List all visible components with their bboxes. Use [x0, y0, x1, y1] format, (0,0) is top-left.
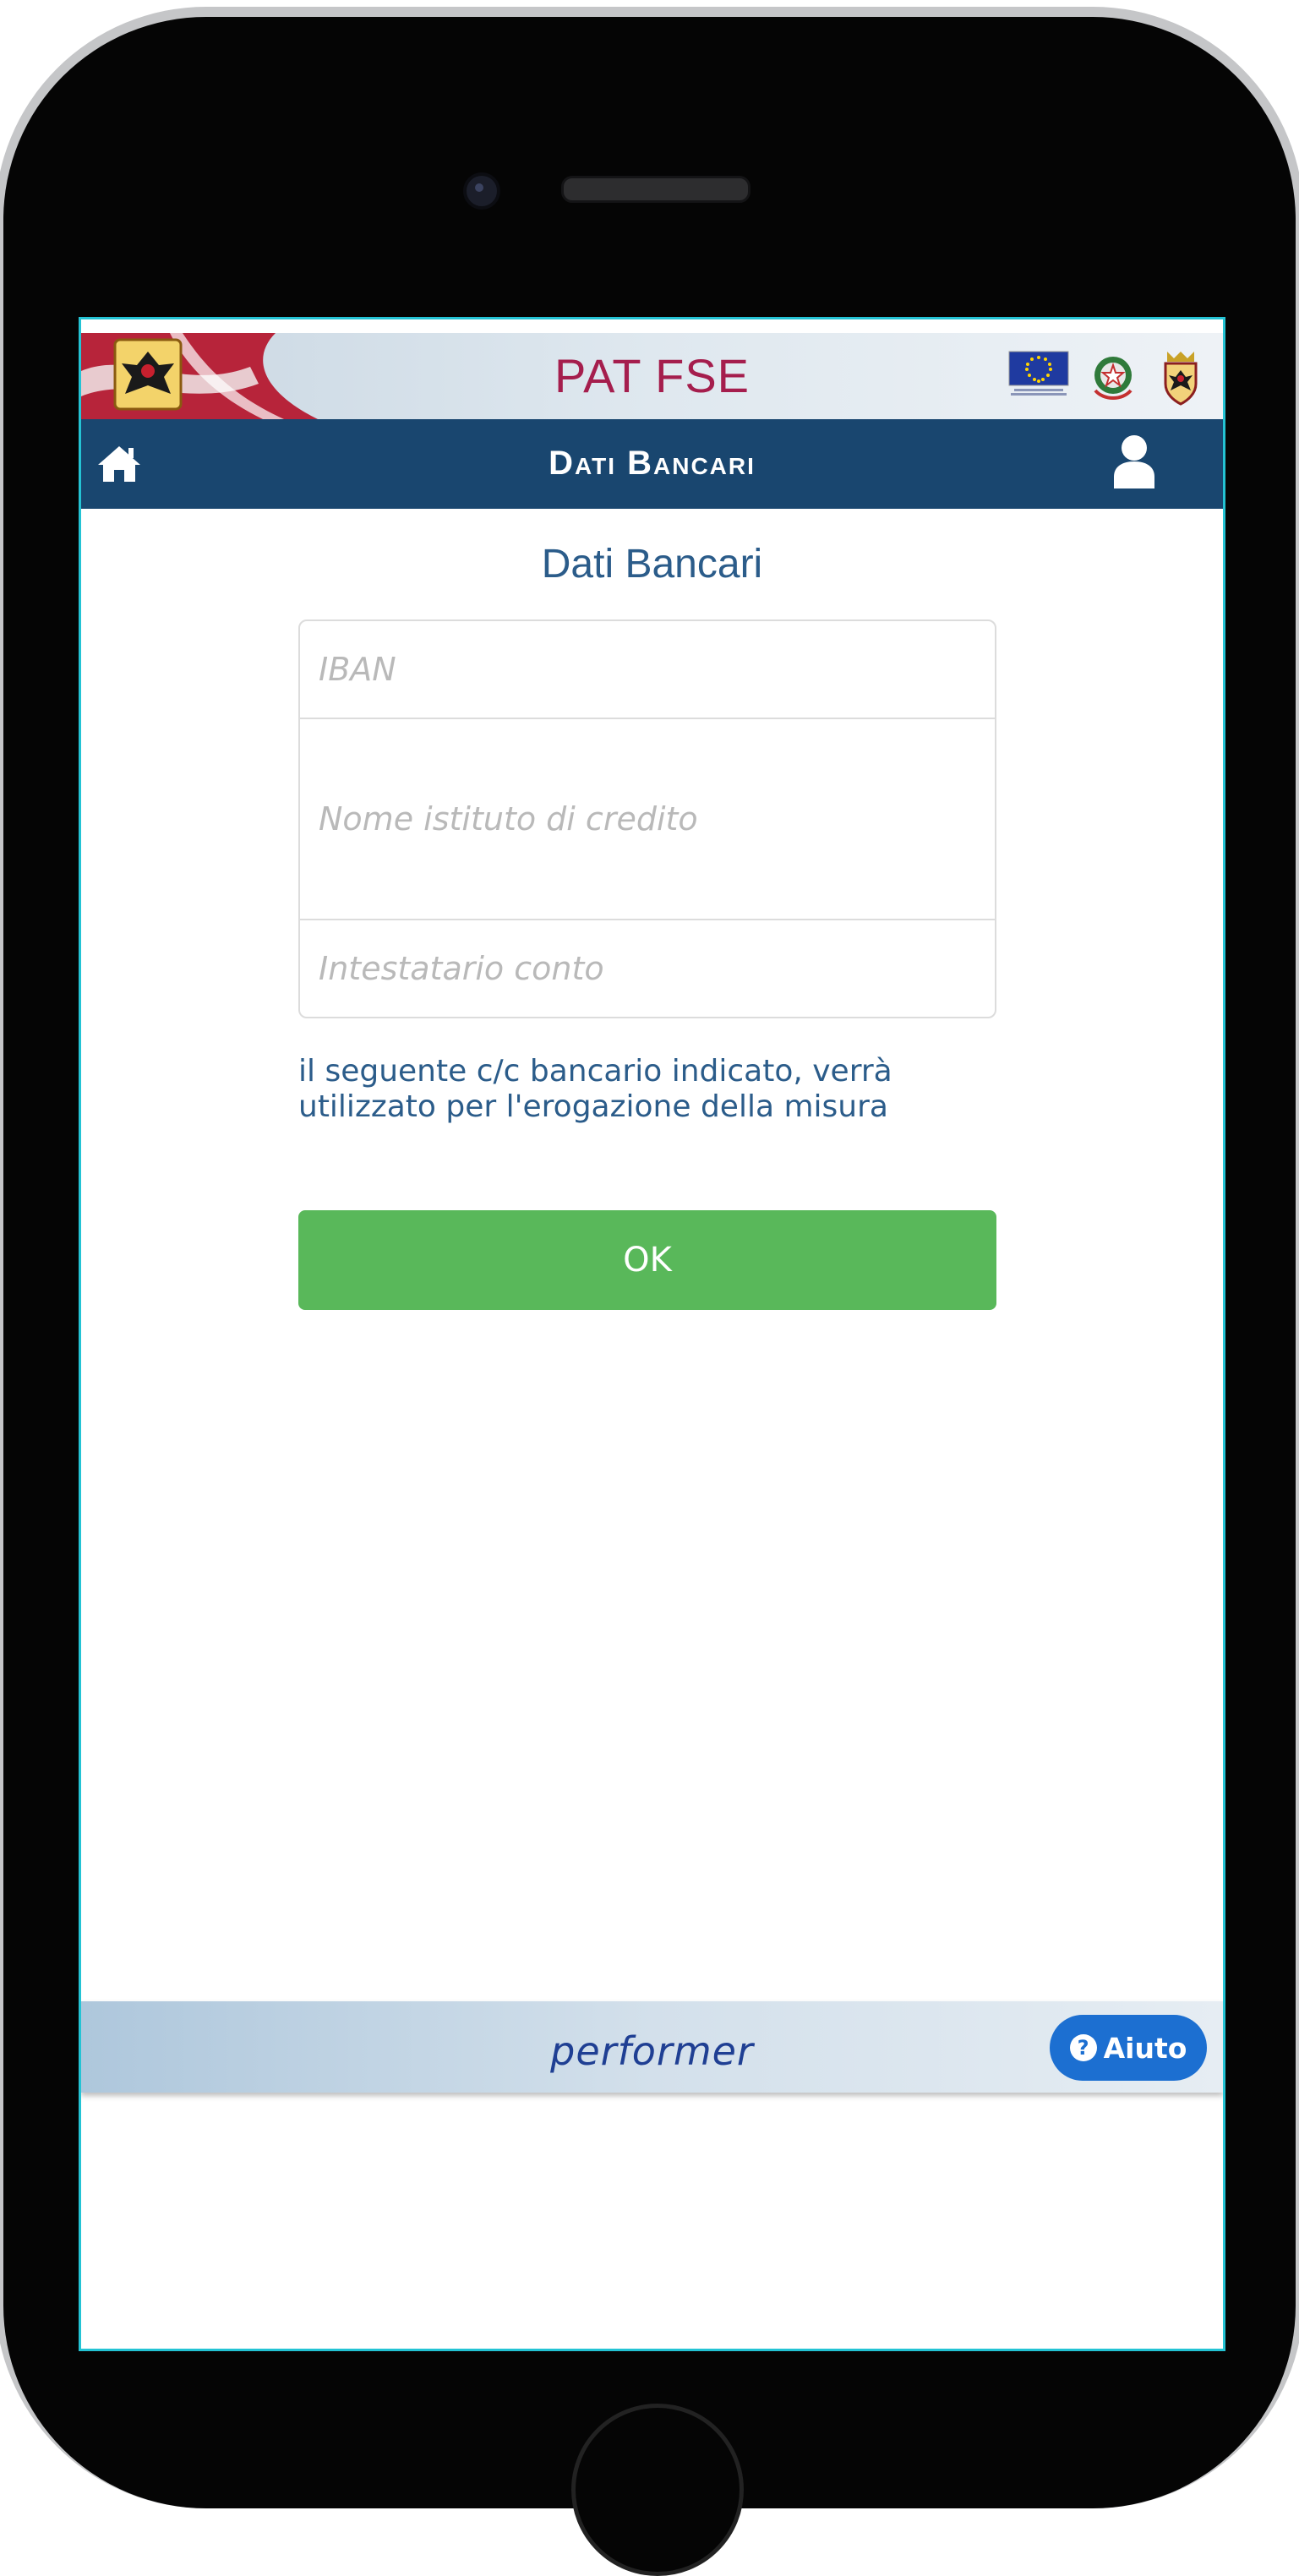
bank-name-input[interactable]	[300, 719, 995, 920]
eu-flag-icon	[1008, 351, 1069, 396]
user-icon[interactable]	[1109, 433, 1160, 492]
trentino-coat-of-arms-icon	[1164, 352, 1198, 406]
italy-emblem-icon	[1094, 357, 1133, 400]
nav-bar: Dati Bancari	[81, 419, 1223, 509]
ok-button[interactable]: OK	[298, 1210, 996, 1310]
app-footer: performer ? Aiuto	[81, 2001, 1223, 2093]
help-icon: ?	[1069, 2034, 1097, 2061]
iban-input[interactable]	[300, 621, 995, 719]
info-note: il seguente c/c bancario indicato, verrà…	[298, 1054, 996, 1125]
help-button-label: Aiuto	[1103, 2031, 1187, 2065]
help-button[interactable]: ? Aiuto	[1050, 2015, 1207, 2081]
app-header: PAT FSE	[81, 333, 1223, 419]
bank-details-form	[298, 619, 996, 1018]
info-note-line-1: il seguente c/c bancario indicato, verrà	[298, 1054, 892, 1089]
nav-title: Dati Bancari	[549, 445, 756, 482]
front-camera	[463, 172, 500, 210]
app-screen: PAT FSE Dati Bancari Dati Bancari IBAN N…	[81, 319, 1223, 2349]
phone-home-button[interactable]	[571, 2404, 744, 2576]
info-note-line-2: utilizzato per l'erogazione della misura	[298, 1089, 888, 1124]
page-title: Dati Bancari	[541, 542, 763, 587]
earpiece-speaker	[561, 176, 750, 203]
account-holder-input[interactable]	[300, 920, 995, 1017]
